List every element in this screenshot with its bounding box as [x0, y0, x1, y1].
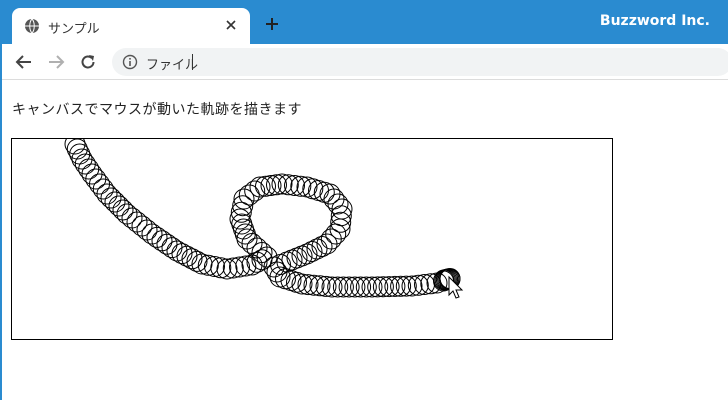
trail-circle: [100, 187, 122, 209]
trail-circle: [232, 195, 254, 217]
arrow-left-icon: [15, 55, 31, 69]
page-content: キャンバスでマウスが動いた軌跡を描きます: [2, 81, 728, 400]
info-icon[interactable]: [122, 54, 138, 70]
arrow-right-icon: [49, 55, 65, 69]
reload-icon: [81, 55, 95, 69]
drawing-canvas[interactable]: [11, 138, 613, 340]
globe-icon: [25, 18, 39, 34]
mouse-trail-drawing: [64, 139, 464, 299]
trail-circle: [244, 180, 266, 202]
tab-close-button[interactable]: [222, 16, 240, 34]
reload-button[interactable]: [76, 50, 100, 74]
trail-circle: [112, 199, 134, 221]
plus-icon: [266, 18, 278, 30]
back-button[interactable]: [12, 50, 36, 74]
address-text: ファイル: [146, 58, 199, 73]
text-caret: [192, 54, 193, 70]
trail-circle: [238, 184, 260, 206]
title-bar: サンプル Buzzword Inc.: [2, 0, 728, 44]
trail-circle: [108, 195, 130, 217]
browser-toolbar: ファイル: [2, 44, 728, 80]
trail-circle: [104, 191, 126, 213]
new-tab-button[interactable]: [262, 14, 282, 34]
forward-button[interactable]: [44, 50, 68, 74]
browser-tab[interactable]: サンプル: [12, 8, 250, 44]
brand-label: Buzzword Inc.: [599, 13, 710, 29]
close-icon: [226, 20, 236, 30]
tab-title: サンプル: [48, 22, 100, 37]
address-bar[interactable]: ファイル: [112, 48, 728, 76]
browser-window: サンプル Buzzword Inc. ファイル キャンバスでマウスが動いた軌跡を…: [0, 0, 728, 400]
page-description: キャンバスでマウスが動いた軌跡を描きます: [12, 102, 302, 118]
